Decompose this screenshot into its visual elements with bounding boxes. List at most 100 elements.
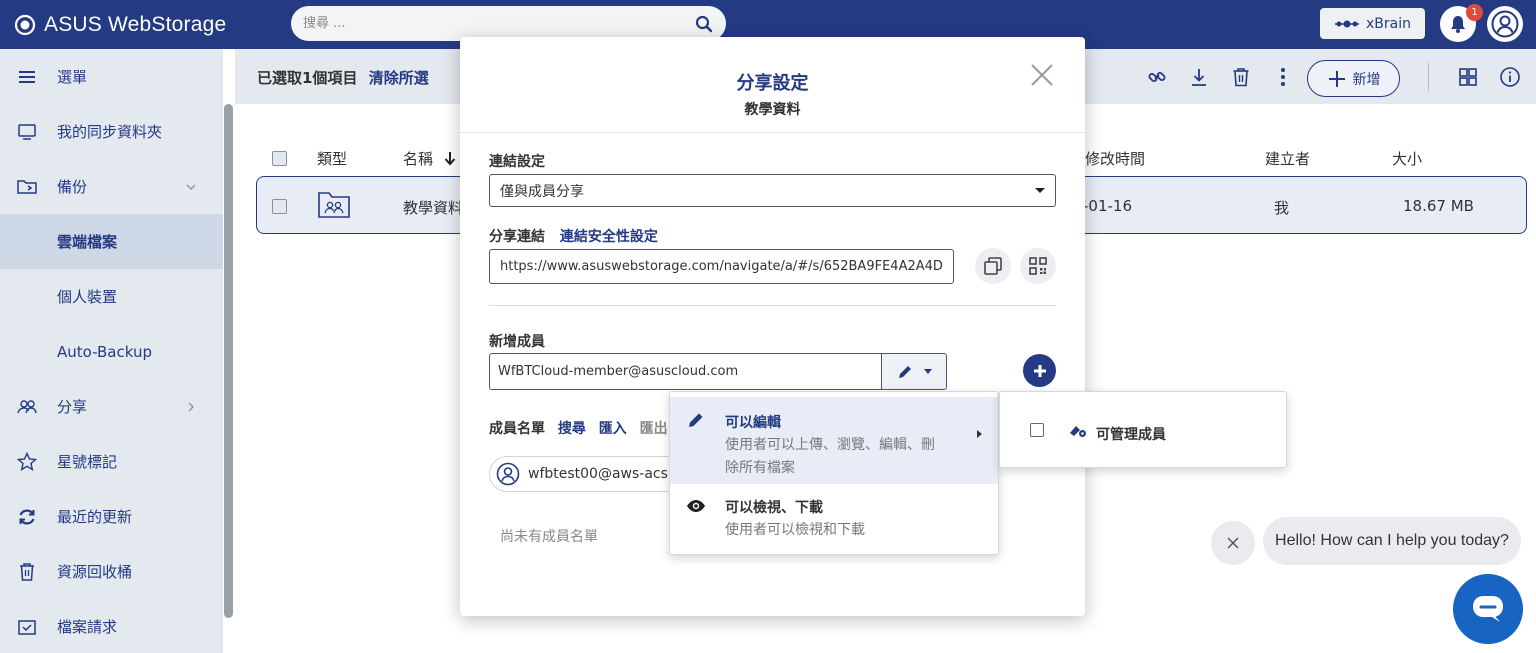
chat-dismiss-button[interactable] bbox=[1211, 521, 1255, 565]
xbrain-icon bbox=[1335, 20, 1359, 27]
selection-info: 已選取1個項目 清除所選 bbox=[257, 67, 429, 88]
user-icon bbox=[1491, 10, 1519, 38]
copy-icon bbox=[984, 257, 1002, 275]
user-avatar[interactable] bbox=[1487, 6, 1523, 42]
sidebar-item-sync-folder[interactable]: 我的同步資料夾 bbox=[0, 104, 223, 159]
sidebar-item-starred[interactable]: 星號標記 bbox=[0, 434, 223, 489]
member-chip[interactable]: wfbtest00@aws-acs. bbox=[489, 456, 689, 492]
column-creator[interactable]: 建立者 bbox=[1265, 148, 1310, 169]
xbrain-button[interactable]: xBrain bbox=[1320, 8, 1425, 39]
info-icon[interactable] bbox=[1499, 66, 1521, 88]
permission-option-view-download[interactable]: 可以檢視、下載 使用者可以檢視和下載 bbox=[670, 484, 998, 552]
copy-link-button[interactable] bbox=[975, 248, 1011, 284]
sidebar-scrollbar[interactable] bbox=[224, 104, 233, 618]
member-email-field[interactable] bbox=[489, 353, 882, 390]
column-size[interactable]: 大小 bbox=[1392, 148, 1422, 169]
sidebar-item-share[interactable]: 分享 bbox=[0, 379, 223, 434]
member-import-link[interactable]: 匯入 bbox=[599, 421, 627, 437]
sidebar-menu-toggle[interactable]: 選單 bbox=[0, 49, 223, 104]
sidebar: 選單 我的同步資料夾 備份 雲端檔案 個人裝置 Auto-Backup 分享 星… bbox=[0, 49, 223, 653]
add-member-label: 新增成員 bbox=[489, 334, 545, 350]
download-icon[interactable] bbox=[1188, 66, 1210, 88]
link-scope-select[interactable]: 僅與成員分享 bbox=[489, 174, 1056, 207]
sidebar-menu-label: 選單 bbox=[57, 68, 88, 86]
sidebar-item-label: Auto-Backup bbox=[57, 342, 152, 361]
more-vertical-icon[interactable] bbox=[1272, 66, 1294, 88]
section-divider bbox=[489, 305, 1056, 306]
hamburger-icon bbox=[19, 70, 35, 83]
link-icon[interactable] bbox=[1146, 66, 1168, 88]
share-url-input[interactable] bbox=[500, 259, 943, 274]
sidebar-item-label: 最近的更新 bbox=[57, 508, 133, 526]
brand[interactable]: ASUS WebStorage bbox=[14, 0, 226, 49]
close-icon[interactable] bbox=[1029, 62, 1055, 88]
plus-icon bbox=[1033, 364, 1046, 377]
sidebar-item-label: 星號標記 bbox=[57, 453, 118, 471]
sidebar-item-label: 資源回收桶 bbox=[57, 563, 133, 581]
sidebar-item-label: 我的同步資料夾 bbox=[57, 123, 163, 141]
sidebar-item-auto-backup[interactable]: Auto-Backup bbox=[0, 324, 223, 379]
new-button[interactable]: 新增 bbox=[1307, 60, 1400, 97]
sidebar-item-trash[interactable]: 資源回收桶 bbox=[0, 544, 223, 599]
caret-right-icon bbox=[977, 430, 982, 438]
file-creator: 我 bbox=[1274, 199, 1290, 217]
share-link-label-row: 分享連結 連結安全性設定 bbox=[489, 226, 658, 246]
member-email-input[interactable] bbox=[498, 364, 882, 379]
sidebar-item-label: 雲端檔案 bbox=[57, 233, 118, 251]
sidebar-item-devices[interactable]: 個人裝置 bbox=[0, 269, 223, 324]
sidebar-item-recent[interactable]: 最近的更新 bbox=[0, 489, 223, 544]
grid-view-icon[interactable] bbox=[1457, 66, 1479, 88]
share-url-field[interactable] bbox=[489, 249, 954, 284]
link-settings-label: 連結設定 bbox=[489, 154, 545, 170]
sort-arrow-down-icon[interactable] bbox=[443, 150, 457, 166]
chat-open-button[interactable] bbox=[1453, 574, 1523, 644]
manage-members-label: 可管理成員 bbox=[1096, 427, 1166, 443]
dialog-title: 分享設定 bbox=[736, 73, 809, 94]
member-list-label: 成員名單 bbox=[489, 421, 545, 437]
refresh-icon bbox=[19, 509, 35, 524]
member-search-link[interactable]: 搜尋 bbox=[558, 421, 586, 437]
trash-icon bbox=[20, 562, 34, 581]
plus-icon bbox=[1328, 70, 1345, 87]
column-name[interactable]: 名稱 bbox=[403, 148, 433, 169]
permission-option-desc: 使用者可以檢視和下載 bbox=[725, 522, 865, 538]
trash-icon[interactable] bbox=[1230, 66, 1252, 88]
file-name[interactable]: 教學資料 bbox=[403, 197, 463, 218]
sidebar-item-backup[interactable]: 備份 bbox=[0, 159, 223, 214]
row-checkbox[interactable] bbox=[272, 199, 287, 214]
file-size: 18.67 MB bbox=[1403, 197, 1474, 215]
notification-badge: 1 bbox=[1466, 4, 1483, 21]
chat-bubble-icon bbox=[1473, 596, 1503, 622]
sidebar-item-label: 個人裝置 bbox=[57, 288, 118, 306]
empty-member-note: 尚未有成員名單 bbox=[500, 529, 598, 545]
column-type[interactable]: 類型 bbox=[317, 148, 347, 169]
sidebar-item-cloud-files[interactable]: 雲端檔案 bbox=[0, 214, 223, 269]
file-modified: -01-16 bbox=[1083, 197, 1132, 215]
permission-option-edit[interactable]: 可以編輯 使用者可以上傳、瀏覽、編輯、刪除所有檔案 bbox=[670, 397, 998, 484]
xbrain-label: xBrain bbox=[1366, 15, 1411, 32]
chevron-right-icon[interactable] bbox=[184, 400, 198, 414]
sidebar-item-label: 檔案請求 bbox=[57, 618, 118, 636]
permission-dropdown-button[interactable] bbox=[881, 353, 947, 390]
permission-submenu: 可管理成員 bbox=[999, 391, 1287, 468]
qr-code-button[interactable] bbox=[1020, 248, 1056, 284]
new-button-label: 新增 bbox=[1352, 71, 1381, 88]
chat-greeting-bubble[interactable]: Hello! How can I help you today? bbox=[1263, 517, 1521, 565]
column-modified[interactable]: 修改時間 bbox=[1085, 148, 1145, 169]
dialog-subtitle: 教學資料 bbox=[744, 102, 801, 118]
search-input[interactable] bbox=[303, 16, 694, 31]
add-member-button[interactable] bbox=[1023, 354, 1056, 387]
member-chip-label: wfbtest00@aws-acs. bbox=[528, 466, 673, 482]
manage-members-checkbox[interactable] bbox=[1030, 423, 1044, 437]
clear-selection-link[interactable]: 清除所選 bbox=[369, 69, 429, 87]
sidebar-item-file-requests[interactable]: 檔案請求 bbox=[0, 599, 223, 653]
permission-option-title: 可以檢視、下載 bbox=[725, 500, 823, 516]
chevron-down-icon[interactable] bbox=[184, 180, 198, 194]
link-security-settings-link[interactable]: 連結安全性設定 bbox=[560, 229, 658, 245]
member-export-link[interactable]: 匯出 bbox=[640, 421, 668, 437]
dialog-header: 分享設定 教學資料 bbox=[460, 37, 1085, 133]
permission-menu: 可以編輯 使用者可以上傳、瀏覽、編輯、刪除所有檔案 可以檢視、下載 使用者可以檢… bbox=[669, 391, 999, 555]
select-all-checkbox[interactable] bbox=[272, 151, 287, 166]
search-icon[interactable] bbox=[694, 14, 714, 34]
backup-folder-icon bbox=[17, 179, 37, 194]
